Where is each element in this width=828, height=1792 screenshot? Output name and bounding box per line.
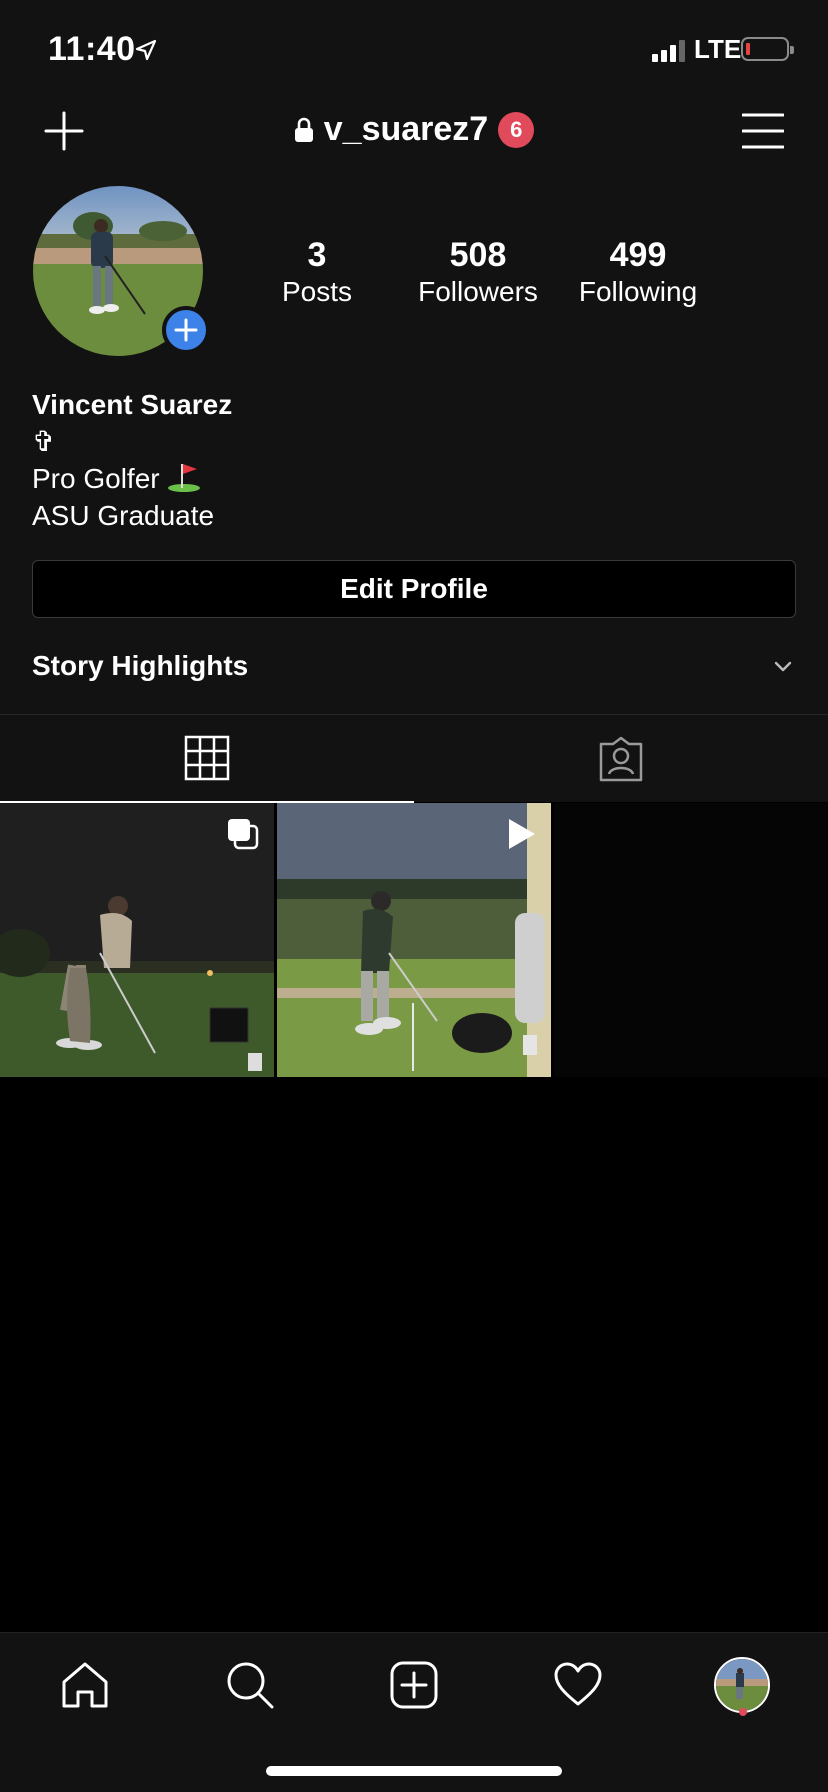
network-label: LTE xyxy=(694,34,742,64)
signal-icon xyxy=(652,38,688,62)
tab-tagged[interactable] xyxy=(414,715,828,803)
following-label: Following xyxy=(578,276,698,307)
nav-new-post[interactable] xyxy=(384,1655,444,1715)
heart-icon xyxy=(554,1662,602,1706)
bio-line-asu: ASU Graduate xyxy=(32,500,215,531)
post-thumbnail[interactable] xyxy=(0,803,274,1077)
add-story-button[interactable] xyxy=(162,306,210,354)
menu-icon[interactable] xyxy=(742,112,784,150)
username: v_suarez7 xyxy=(323,110,489,148)
followers-number: 508 xyxy=(449,236,507,274)
empty-post-slot xyxy=(554,803,828,1077)
tab-grid[interactable] xyxy=(0,715,414,803)
nav-search[interactable] xyxy=(220,1655,280,1715)
post-thumbnail[interactable] xyxy=(277,803,551,1077)
lock-icon xyxy=(294,117,313,142)
nav-home[interactable] xyxy=(55,1655,115,1715)
account-switcher[interactable]: v_suarez7 6 xyxy=(0,110,828,154)
search-icon xyxy=(227,1662,274,1709)
video-play-icon xyxy=(509,819,535,849)
story-highlights-label[interactable]: Story Highlights xyxy=(32,650,248,682)
followers-label: Followers xyxy=(418,276,538,307)
plus-icon xyxy=(174,318,198,342)
notification-badge: 6 xyxy=(498,111,535,148)
edit-profile-button[interactable]: Edit Profile xyxy=(32,560,796,618)
golf-flag-icon xyxy=(168,464,201,492)
followers-count[interactable]: 508 Followers xyxy=(406,236,550,310)
bio-line-golfer: Pro Golfer xyxy=(32,460,232,497)
bio: Vincent Suarez ✞ Pro Golfer ASU Graduate xyxy=(32,386,232,534)
posts-count[interactable]: 3 Posts xyxy=(262,236,372,310)
posts-number: 3 xyxy=(307,236,327,274)
status-time: 11:40 xyxy=(48,30,136,68)
grid-icon xyxy=(184,735,230,781)
home-icon xyxy=(62,1662,108,1708)
nav-activity[interactable] xyxy=(548,1655,608,1715)
following-count[interactable]: 499 Following xyxy=(568,236,708,310)
battery-icon xyxy=(741,37,794,61)
new-post-icon xyxy=(390,1661,438,1709)
bio-line-cross: ✞ xyxy=(32,426,56,457)
tagged-icon xyxy=(599,736,643,782)
profile-avatar-small xyxy=(714,1657,770,1713)
bio-line-golfer-text: Pro Golfer xyxy=(32,463,160,494)
chevron-down-icon[interactable] xyxy=(773,660,793,674)
posts-label: Posts xyxy=(281,276,353,307)
profile-tabs xyxy=(0,714,828,803)
multiple-photos-icon xyxy=(228,819,259,850)
profile-notification-dot xyxy=(739,1708,747,1716)
following-number: 499 xyxy=(609,236,667,274)
location-arrow-icon xyxy=(135,39,157,61)
display-name: Vincent Suarez xyxy=(32,389,233,420)
home-indicator xyxy=(266,1766,562,1776)
nav-profile[interactable] xyxy=(712,1655,772,1715)
